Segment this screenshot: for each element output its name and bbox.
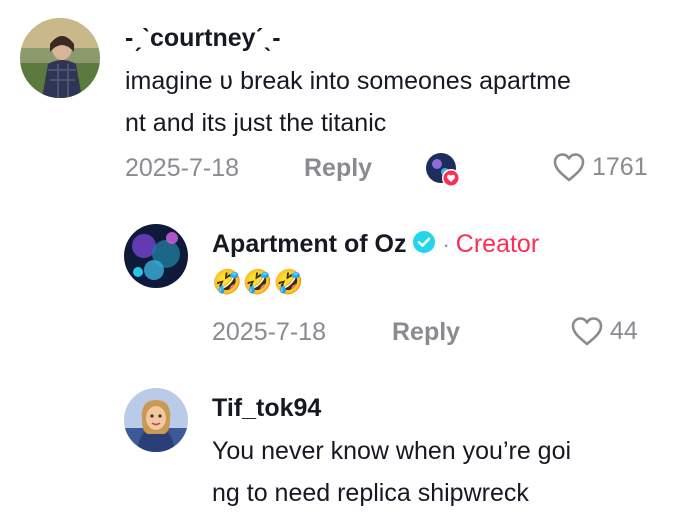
comment-text: imagine ʋ break into someones apartme nt…	[125, 67, 571, 137]
reply-button[interactable]: Reply	[392, 318, 460, 347]
comment-username[interactable]: -ˏˋcourtneyˊˎ-	[125, 24, 281, 53]
comment-text: 🤣🤣🤣	[212, 269, 305, 296]
heart-outline-icon[interactable]	[552, 152, 586, 182]
like-control[interactable]: 1761	[552, 152, 648, 182]
comment-username[interactable]: Tif_tok94	[212, 394, 321, 423]
verified-badge-icon	[412, 230, 436, 259]
creator-header: Apartment of Oz · Creator	[212, 230, 539, 259]
comment-avatar-apartment-of-oz[interactable]	[124, 224, 188, 288]
reply-button[interactable]: Reply	[304, 154, 372, 183]
creator-label: Creator	[455, 230, 540, 258]
heart-outline-icon[interactable]	[570, 316, 604, 346]
like-count: 1761	[592, 152, 648, 181]
separator-dot: ·	[442, 231, 450, 257]
liked-by-creator-icon	[425, 152, 461, 188]
comment-text: You never know when you’re goi ng to nee…	[212, 437, 572, 507]
like-control[interactable]: 44	[570, 316, 638, 346]
comment-avatar-tif-tok94[interactable]	[124, 388, 188, 452]
comment-avatar-courtney[interactable]	[20, 18, 100, 98]
like-count: 44	[610, 316, 638, 345]
comment-username[interactable]: Apartment of Oz	[212, 230, 406, 259]
comment-date: 2025-7-18	[125, 154, 239, 182]
comment-date: 2025-7-18	[212, 318, 326, 346]
